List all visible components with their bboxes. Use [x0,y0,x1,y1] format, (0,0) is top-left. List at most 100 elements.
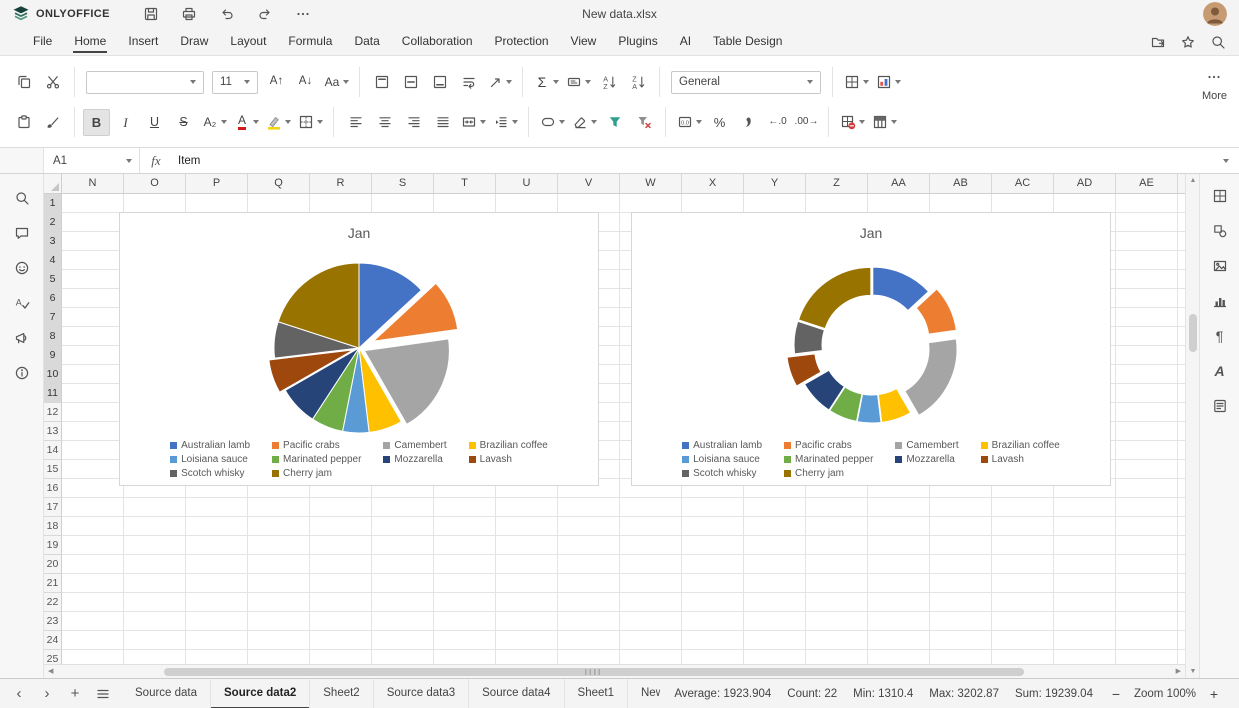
subscript-superscript-button[interactable]: A₂ [199,109,229,136]
number-format-style-button[interactable]: 0.0 [674,109,704,136]
feedback-button[interactable] [10,326,34,350]
menu-tab-view[interactable]: View [560,28,608,55]
chat-button[interactable] [10,256,34,280]
sheet-tab-source-data[interactable]: Source data [122,678,212,708]
decrement-font-size-button[interactable]: A↓ [292,69,319,96]
column-header-AC[interactable]: AC [992,174,1054,193]
row-header-14[interactable]: 14 [44,441,62,460]
text-orientation-button[interactable] [484,69,514,96]
save-button[interactable] [140,3,162,25]
search-button[interactable] [1207,31,1229,53]
expand-formula-bar-button[interactable] [1213,148,1239,173]
column-header-Z[interactable]: Z [806,174,868,193]
sort-descending-button[interactable]: ZA [624,69,651,96]
column-header-AB[interactable]: AB [930,174,992,193]
select-all-corner[interactable] [44,174,62,193]
align-left-button[interactable] [342,109,369,136]
wrap-text-button[interactable] [455,69,482,96]
column-header-T[interactable]: T [434,174,496,193]
column-header-O[interactable]: O [124,174,186,193]
slice-camembert[interactable] [904,338,958,416]
scroll-right-arrow-icon[interactable]: ▶ [1176,665,1181,678]
chart-pie[interactable]: Jan Australian lamb Pacific crabs Camembert… [119,212,599,486]
insert-function-button[interactable]: fx [140,148,172,173]
filter-button[interactable] [601,109,628,136]
print-button[interactable] [178,3,200,25]
row-header-19[interactable]: 19 [44,536,62,555]
highlight-color-button[interactable] [263,109,293,136]
column-header-AA[interactable]: AA [868,174,930,193]
column-header-Y[interactable]: Y [744,174,806,193]
row-header-20[interactable]: 20 [44,555,62,574]
slice-cherry-jam[interactable] [797,266,872,330]
zoom-out-button[interactable]: − [1107,683,1125,705]
conditional-formatting-button[interactable] [873,69,903,96]
menu-tab-plugins[interactable]: Plugins [607,28,668,55]
scroll-down-arrow-icon[interactable]: ▼ [1186,668,1200,675]
menu-tab-protection[interactable]: Protection [484,28,560,55]
column-header-AE[interactable]: AE [1116,174,1178,193]
sheet-list-button[interactable] [90,681,116,707]
vertical-scrollbar[interactable]: ▲ ▼ [1185,174,1199,678]
column-header-P[interactable]: P [186,174,248,193]
menu-tab-home[interactable]: Home [63,28,117,55]
row-header-15[interactable]: 15 [44,460,62,479]
row-header-5[interactable]: 5 [44,270,62,289]
copy-button[interactable] [10,69,37,96]
column-header-N[interactable]: N [62,174,124,193]
cell-name-box[interactable]: A1 [44,148,140,173]
user-avatar[interactable] [1203,2,1227,26]
row-header-7[interactable]: 7 [44,308,62,327]
cut-button[interactable] [39,69,66,96]
named-ranges-button[interactable] [563,69,593,96]
increase-decimal-button[interactable]: ←.0 [764,109,791,136]
percent-style-button[interactable]: % [706,109,733,136]
sheet-tab-sheet2[interactable]: Sheet2 [310,678,374,708]
sheet-tab-sheet1[interactable]: Sheet1 [565,678,628,708]
toolbar-more-button[interactable]: More [1202,68,1227,102]
row-header-10[interactable]: 10 [44,365,62,384]
spellcheck-button[interactable]: A [10,291,34,315]
font-name-combo[interactable] [86,70,204,94]
row-header-21[interactable]: 21 [44,574,62,593]
row-header-3[interactable]: 3 [44,232,62,251]
menu-tab-layout[interactable]: Layout [219,28,277,55]
sheet-scroll-left-button[interactable]: ‹ [6,681,32,707]
row-header-23[interactable]: 23 [44,612,62,631]
cell-settings-button[interactable] [1208,184,1232,208]
row-header-24[interactable]: 24 [44,631,62,650]
search-button[interactable] [10,186,34,210]
menu-tab-insert[interactable]: Insert [117,28,169,55]
column-header-V[interactable]: V [558,174,620,193]
slicer-settings-button[interactable] [1208,394,1232,418]
menu-tab-collaboration[interactable]: Collaboration [391,28,484,55]
row-header-16[interactable]: 16 [44,479,62,498]
menu-tab-draw[interactable]: Draw [169,28,219,55]
scroll-left-arrow-icon[interactable]: ◀ [48,665,53,678]
copy-style-button[interactable] [39,109,66,136]
paste-button[interactable] [10,109,37,136]
sheet-scroll-right-button[interactable]: › [34,681,60,707]
underline-button[interactable]: U [141,109,168,136]
number-format-combo[interactable]: General [671,70,821,94]
menu-tab-file[interactable]: File [22,28,63,55]
row-header-11[interactable]: 11 [44,384,62,403]
align-right-button[interactable] [400,109,427,136]
row-header-1[interactable]: 1 [44,194,62,213]
favorite-button[interactable] [1177,31,1199,53]
sheet-tab-source-data3[interactable]: Source data3 [374,678,470,708]
formula-input[interactable]: Item [172,148,1213,173]
redo-button[interactable] [254,3,276,25]
row-header-12[interactable]: 12 [44,403,62,422]
chart-doughnut[interactable]: Jan Australian lamb Pacific crabs Camembert… [631,212,1111,486]
delete-cells-button[interactable] [837,109,867,136]
row-header-22[interactable]: 22 [44,593,62,612]
menu-tab-table-design[interactable]: Table Design [702,28,793,55]
column-header-AD[interactable]: AD [1054,174,1116,193]
row-header-6[interactable]: 6 [44,289,62,308]
row-header-8[interactable]: 8 [44,327,62,346]
clear-button[interactable] [569,109,599,136]
open-file-location-button[interactable] [1147,31,1169,53]
paragraph-settings-button[interactable]: ¶ [1208,324,1232,348]
column-header-S[interactable]: S [372,174,434,193]
